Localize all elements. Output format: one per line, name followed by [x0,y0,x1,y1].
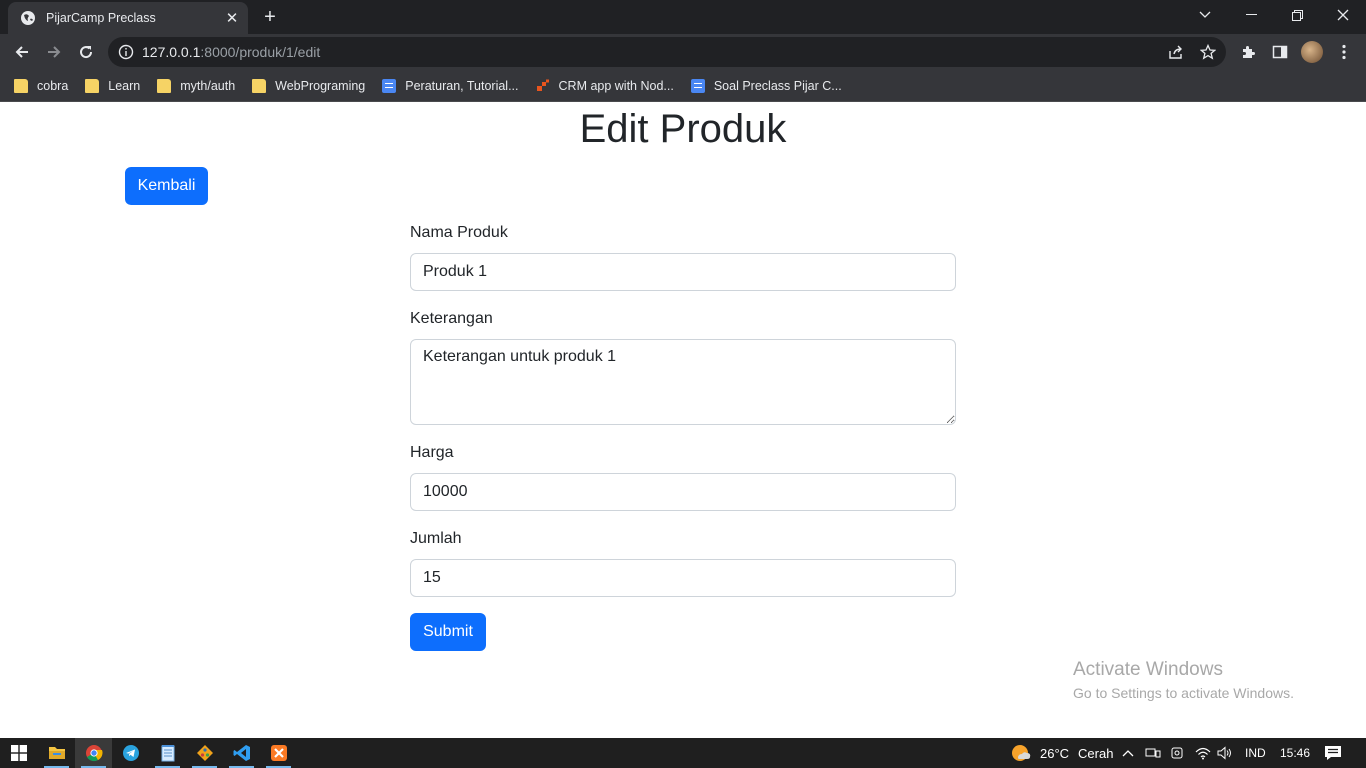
bookmark-myth-auth[interactable]: myth/auth [157,78,236,93]
restore-button[interactable] [1274,0,1320,30]
chrome-taskbar-icon[interactable] [75,738,112,768]
share-icon[interactable] [1166,42,1186,62]
file-explorer-icon[interactable] [38,738,75,768]
bookmark-crm-app[interactable]: CRM app with Nod... [536,79,674,93]
bookmark-label: Peraturan, Tutorial... [405,78,519,93]
crm-logo-icon [536,79,549,91]
price-label: Harga [410,444,454,461]
activate-windows-watermark: Activate Windows Go to Settings to activ… [1073,659,1294,701]
folder-icon [252,78,267,93]
page-title: Edit Produk [579,107,787,151]
quantity-group: Jumlah [410,527,956,597]
name-group: Nama Produk [410,221,956,291]
tab-close-icon[interactable]: ✕ [220,9,244,27]
volume-icon[interactable] [1217,738,1233,768]
description-label: Keterangan [410,310,493,327]
avatar [1301,41,1323,63]
product-name-input[interactable] [410,253,956,291]
bookmark-label: myth/auth [180,78,236,93]
windows-taskbar: 26°C Cerah IND 15:46 [0,738,1366,768]
folder-icon [85,78,100,93]
reload-icon[interactable] [72,38,100,66]
tab-title: PijarCamp Preclass [46,11,156,25]
edit-product-form: Nama Produk Keterangan Keterangan untuk … [410,221,956,651]
clock[interactable]: 15:46 [1280,738,1310,768]
bookmarks-bar: cobra Learn myth/auth WebPrograming Pera… [0,70,1366,102]
xampp-icon[interactable] [260,738,297,768]
url-path: :8000/produk/1/edit [200,44,321,60]
bookmark-soal-preclass[interactable]: Soal Preclass Pijar C... [690,78,842,93]
watermark-title: Activate Windows [1073,659,1223,680]
bookmark-label: WebPrograming [275,78,366,93]
new-tab-button[interactable]: + [258,5,282,29]
folder-icon [14,78,28,93]
weather-widget[interactable]: 26°C Cerah [1010,738,1113,768]
vscode-icon[interactable] [223,738,260,768]
browser-tab[interactable]: PijarCamp Preclass ✕ [8,2,248,34]
address-bar[interactable]: 127.0.0.1:8000/produk/1/edit [108,37,1226,67]
bookmark-star-icon[interactable] [1198,42,1218,62]
back-button[interactable]: Kembali [125,167,208,205]
bookmark-label: Soal Preclass Pijar C... [713,78,842,93]
forward-arrow-icon[interactable] [40,38,68,66]
name-label: Nama Produk [410,224,508,241]
minimize-button[interactable] [1228,0,1274,30]
browser-tab-strip: PijarCamp Preclass ✕ + [0,0,1366,34]
price-group: Harga [410,441,956,511]
submit-button[interactable]: Submit [410,613,486,651]
extensions-puzzle-icon[interactable] [1236,40,1260,64]
bookmark-label: Learn [108,78,141,93]
weather-temperature: 26°C [1040,745,1070,761]
price-input[interactable] [410,473,956,511]
description-textarea[interactable]: Keterangan untuk produk 1 [410,339,956,425]
wifi-icon[interactable] [1195,738,1211,768]
bookmark-label: CRM app with Nod... [558,78,674,93]
site-info-icon[interactable] [118,44,134,60]
quantity-label: Jumlah [410,530,462,547]
page-content: Edit Produk Kembali Nama Produk Keterang… [0,103,1366,738]
watermark-subtitle: Go to Settings to activate Windows. [1073,685,1294,701]
docs-icon [382,78,397,93]
quantity-input[interactable] [410,559,956,597]
show-hidden-icons-chevron-icon[interactable] [1122,738,1134,768]
window-close-button[interactable] [1320,0,1366,30]
windows-start-icon[interactable] [0,738,37,768]
browser-toolbar: 127.0.0.1:8000/produk/1/edit [0,34,1366,70]
bookmark-webprograming[interactable]: WebPrograming [252,78,366,93]
input-language-indicator[interactable]: IND [1245,738,1266,768]
profile-avatar[interactable] [1300,40,1324,64]
network-adapter-icon[interactable] [1145,738,1161,768]
bookmark-peraturan[interactable]: Peraturan, Tutorial... [382,78,519,93]
sourcetree-icon[interactable] [186,738,223,768]
meet-now-icon[interactable] [1171,738,1185,768]
globe-icon [21,11,35,25]
weather-sun-icon [1012,745,1031,761]
weather-condition: Cerah [1078,745,1114,761]
bookmark-learn[interactable]: Learn [85,78,141,93]
notification-center-icon[interactable] [1324,738,1342,768]
bookmark-label: cobra [37,78,69,93]
side-panel-icon[interactable] [1268,40,1292,64]
description-group: Keterangan Keterangan untuk produk 1 [410,307,956,425]
folder-icon [157,78,172,93]
notepad-icon[interactable] [149,738,186,768]
back-arrow-icon[interactable] [8,38,36,66]
bookmark-cobra[interactable]: cobra [14,78,69,93]
docs-icon [690,78,705,93]
tab-search-icon[interactable] [1182,0,1228,30]
url-host: 127.0.0.1 [142,44,201,60]
telegram-icon[interactable] [112,738,149,768]
chrome-menu-icon[interactable] [1332,40,1356,64]
